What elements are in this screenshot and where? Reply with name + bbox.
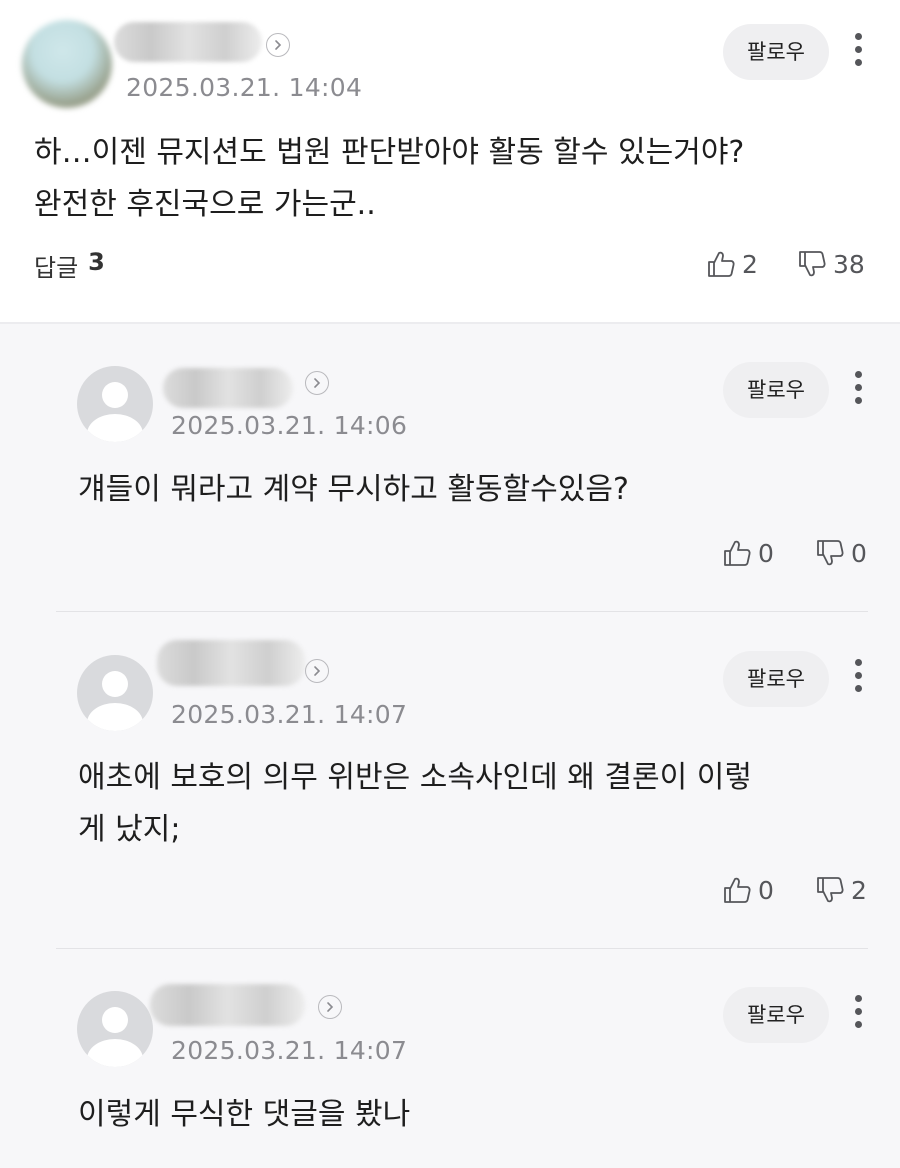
reply-text-line-1: 이렇게 무식한 댓글을 봤나 bbox=[78, 1097, 411, 1132]
like-button[interactable]: 2 bbox=[706, 246, 758, 282]
like-button[interactable]: 0 bbox=[722, 535, 774, 571]
thumbs-down-icon bbox=[817, 877, 844, 903]
reply-text-line-2: 게 났지; bbox=[78, 812, 181, 847]
thumbs-up-icon bbox=[724, 877, 751, 903]
more-vertical-icon[interactable] bbox=[851, 368, 867, 408]
follow-button[interactable]: 팔로우 bbox=[723, 987, 829, 1043]
comment-timestamp: 2025.03.21. 14:04 bbox=[126, 73, 363, 102]
comment-text-line-2: 완전한 후진국으로 가는군.. bbox=[34, 187, 376, 222]
main-comment: 2025.03.21. 14:04 팔로우 하…이젠 뮤지션도 법원 판단받아야… bbox=[0, 0, 900, 323]
chevron-right-icon[interactable] bbox=[305, 371, 329, 395]
reply-divider bbox=[56, 611, 868, 612]
dislike-button[interactable]: 38 bbox=[797, 246, 865, 282]
follow-button[interactable]: 팔로우 bbox=[723, 651, 829, 707]
dislike-count: 38 bbox=[833, 249, 865, 279]
dislike-button[interactable]: 2 bbox=[815, 872, 867, 908]
reply-text-line-1: 걔들이 뭐라고 계약 무시하고 활동할수있음? bbox=[78, 472, 629, 507]
more-vertical-icon[interactable] bbox=[851, 992, 867, 1032]
reply-timestamp: 2025.03.21. 14:06 bbox=[171, 411, 408, 440]
reply-timestamp: 2025.03.21. 14:07 bbox=[171, 1036, 408, 1065]
reply-timestamp: 2025.03.21. 14:07 bbox=[171, 700, 408, 729]
more-vertical-icon[interactable] bbox=[851, 30, 867, 70]
chevron-right-icon[interactable] bbox=[266, 33, 290, 57]
main-comment-avatar[interactable] bbox=[22, 20, 112, 108]
thumbs-down-icon bbox=[817, 540, 844, 566]
thumbs-up-icon bbox=[724, 540, 751, 566]
chevron-right-icon[interactable] bbox=[305, 659, 329, 683]
follow-button[interactable]: 팔로우 bbox=[723, 24, 829, 80]
reply-divider bbox=[56, 948, 868, 949]
avatar[interactable] bbox=[77, 655, 153, 731]
like-count: 0 bbox=[758, 538, 774, 568]
reply-count-button[interactable]: 답글 3 bbox=[34, 248, 105, 283]
avatar[interactable] bbox=[77, 991, 153, 1067]
follow-button[interactable]: 팔로우 bbox=[723, 362, 829, 418]
like-button[interactable]: 0 bbox=[722, 872, 774, 908]
like-count: 0 bbox=[758, 875, 774, 905]
comment-text-line-1: 하…이젠 뮤지션도 법원 판단받아야 활동 할수 있는거야? bbox=[34, 135, 745, 170]
reply-text-line-1: 애초에 보호의 의무 위반은 소속사인데 왜 결론이 이렇 bbox=[78, 760, 752, 795]
dislike-button[interactable]: 0 bbox=[815, 535, 867, 571]
dislike-count: 0 bbox=[851, 538, 867, 568]
thumbs-down-icon bbox=[799, 251, 826, 277]
avatar[interactable] bbox=[77, 366, 153, 442]
thumbs-up-icon bbox=[708, 251, 735, 277]
reply-author[interactable] bbox=[163, 368, 293, 408]
reply-label: 답글 bbox=[34, 254, 79, 282]
dislike-count: 2 bbox=[851, 875, 867, 905]
like-count: 2 bbox=[742, 249, 758, 279]
reply-count: 3 bbox=[88, 248, 105, 276]
reply-author[interactable] bbox=[150, 984, 305, 1026]
more-vertical-icon[interactable] bbox=[851, 656, 867, 696]
reply-author[interactable] bbox=[157, 640, 305, 686]
main-comment-author[interactable] bbox=[114, 22, 262, 62]
chevron-right-icon[interactable] bbox=[318, 995, 342, 1019]
